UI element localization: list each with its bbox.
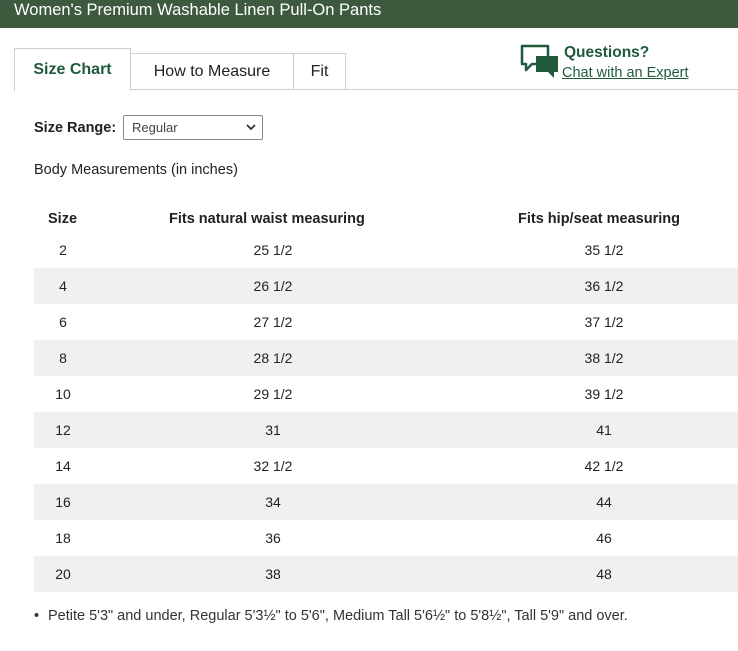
cell-size: 20 (55, 566, 71, 582)
cell-hip: 39 1/2 (584, 386, 624, 402)
tab-how-to-measure[interactable]: How to Measure (130, 53, 294, 90)
table-row: 18 36 46 (34, 520, 738, 556)
fit-notes: Petite 5'3" and under, Regular 5'3½" to … (34, 608, 738, 624)
table-header: Size Fits natural waist measuring Fits h… (34, 202, 738, 232)
cell-size: 14 (55, 458, 71, 474)
cell-waist: 27 1/2 (253, 314, 293, 330)
cell-waist: 38 (265, 566, 281, 582)
table-row: 20 38 48 (34, 556, 738, 592)
table-row: 4 26 1/2 36 1/2 (34, 268, 738, 304)
header-hip: Fits hip/seat measuring (518, 211, 680, 227)
header-size: Size (48, 211, 78, 227)
header-waist: Fits natural waist measuring (169, 211, 365, 227)
table-row: 8 28 1/2 38 1/2 (34, 340, 738, 376)
cell-waist: 26 1/2 (253, 278, 293, 294)
list-item: Petite 5'3" and under, Regular 5'3½" to … (34, 608, 738, 624)
chevron-down-icon (246, 124, 256, 131)
cell-hip: 48 (596, 566, 612, 582)
size-range-label: Size Range: (34, 120, 117, 136)
cell-size: 2 (59, 242, 67, 258)
cell-size: 4 (59, 278, 67, 294)
table-row: 12 31 41 (34, 412, 738, 448)
chat-bubbles-icon[interactable] (520, 44, 560, 80)
cell-size: 6 (59, 314, 67, 330)
questions-heading: Questions? (564, 44, 650, 61)
section-title: Body Measurements (in inches) (34, 162, 238, 178)
size-range-select[interactable]: Regular (123, 115, 263, 140)
cell-size: 8 (59, 350, 67, 366)
tab-divider (130, 89, 738, 90)
table-row: 16 34 44 (34, 484, 738, 520)
cell-hip: 38 1/2 (584, 350, 624, 366)
cell-waist: 29 1/2 (253, 386, 293, 402)
cell-hip: 41 (596, 422, 612, 438)
cell-size: 18 (55, 530, 71, 546)
cell-size: 12 (55, 422, 71, 438)
chat-with-expert-link[interactable]: Chat with an Expert (562, 65, 689, 81)
size-table: Size Fits natural waist measuring Fits h… (34, 202, 738, 592)
table-row: 2 25 1/2 35 1/2 (34, 232, 738, 268)
cell-hip: 36 1/2 (584, 278, 624, 294)
cell-waist: 32 1/2 (253, 458, 293, 474)
help-block: Questions? Chat with an Expert (520, 42, 730, 84)
cell-hip: 42 1/2 (584, 458, 624, 474)
cell-waist: 34 (265, 494, 281, 510)
cell-hip: 35 1/2 (584, 242, 624, 258)
tab-size-chart[interactable]: Size Chart (14, 48, 131, 91)
page-title: Women's Premium Washable Linen Pull-On P… (14, 1, 382, 19)
cell-hip: 37 1/2 (584, 314, 624, 330)
cell-waist: 25 1/2 (253, 242, 293, 258)
cell-hip: 46 (596, 530, 612, 546)
table-row: 14 32 1/2 42 1/2 (34, 448, 738, 484)
header-bar: Women's Premium Washable Linen Pull-On P… (0, 0, 738, 28)
table-row: 10 29 1/2 39 1/2 (34, 376, 738, 412)
cell-size: 10 (55, 386, 71, 402)
cell-hip: 44 (596, 494, 612, 510)
cell-waist: 28 1/2 (253, 350, 293, 366)
table-row: 6 27 1/2 37 1/2 (34, 304, 738, 340)
tab-fit[interactable]: Fit (293, 53, 346, 90)
cell-waist: 31 (265, 422, 281, 438)
size-range-value: Regular (132, 120, 178, 135)
cell-waist: 36 (265, 530, 281, 546)
cell-size: 16 (55, 494, 71, 510)
